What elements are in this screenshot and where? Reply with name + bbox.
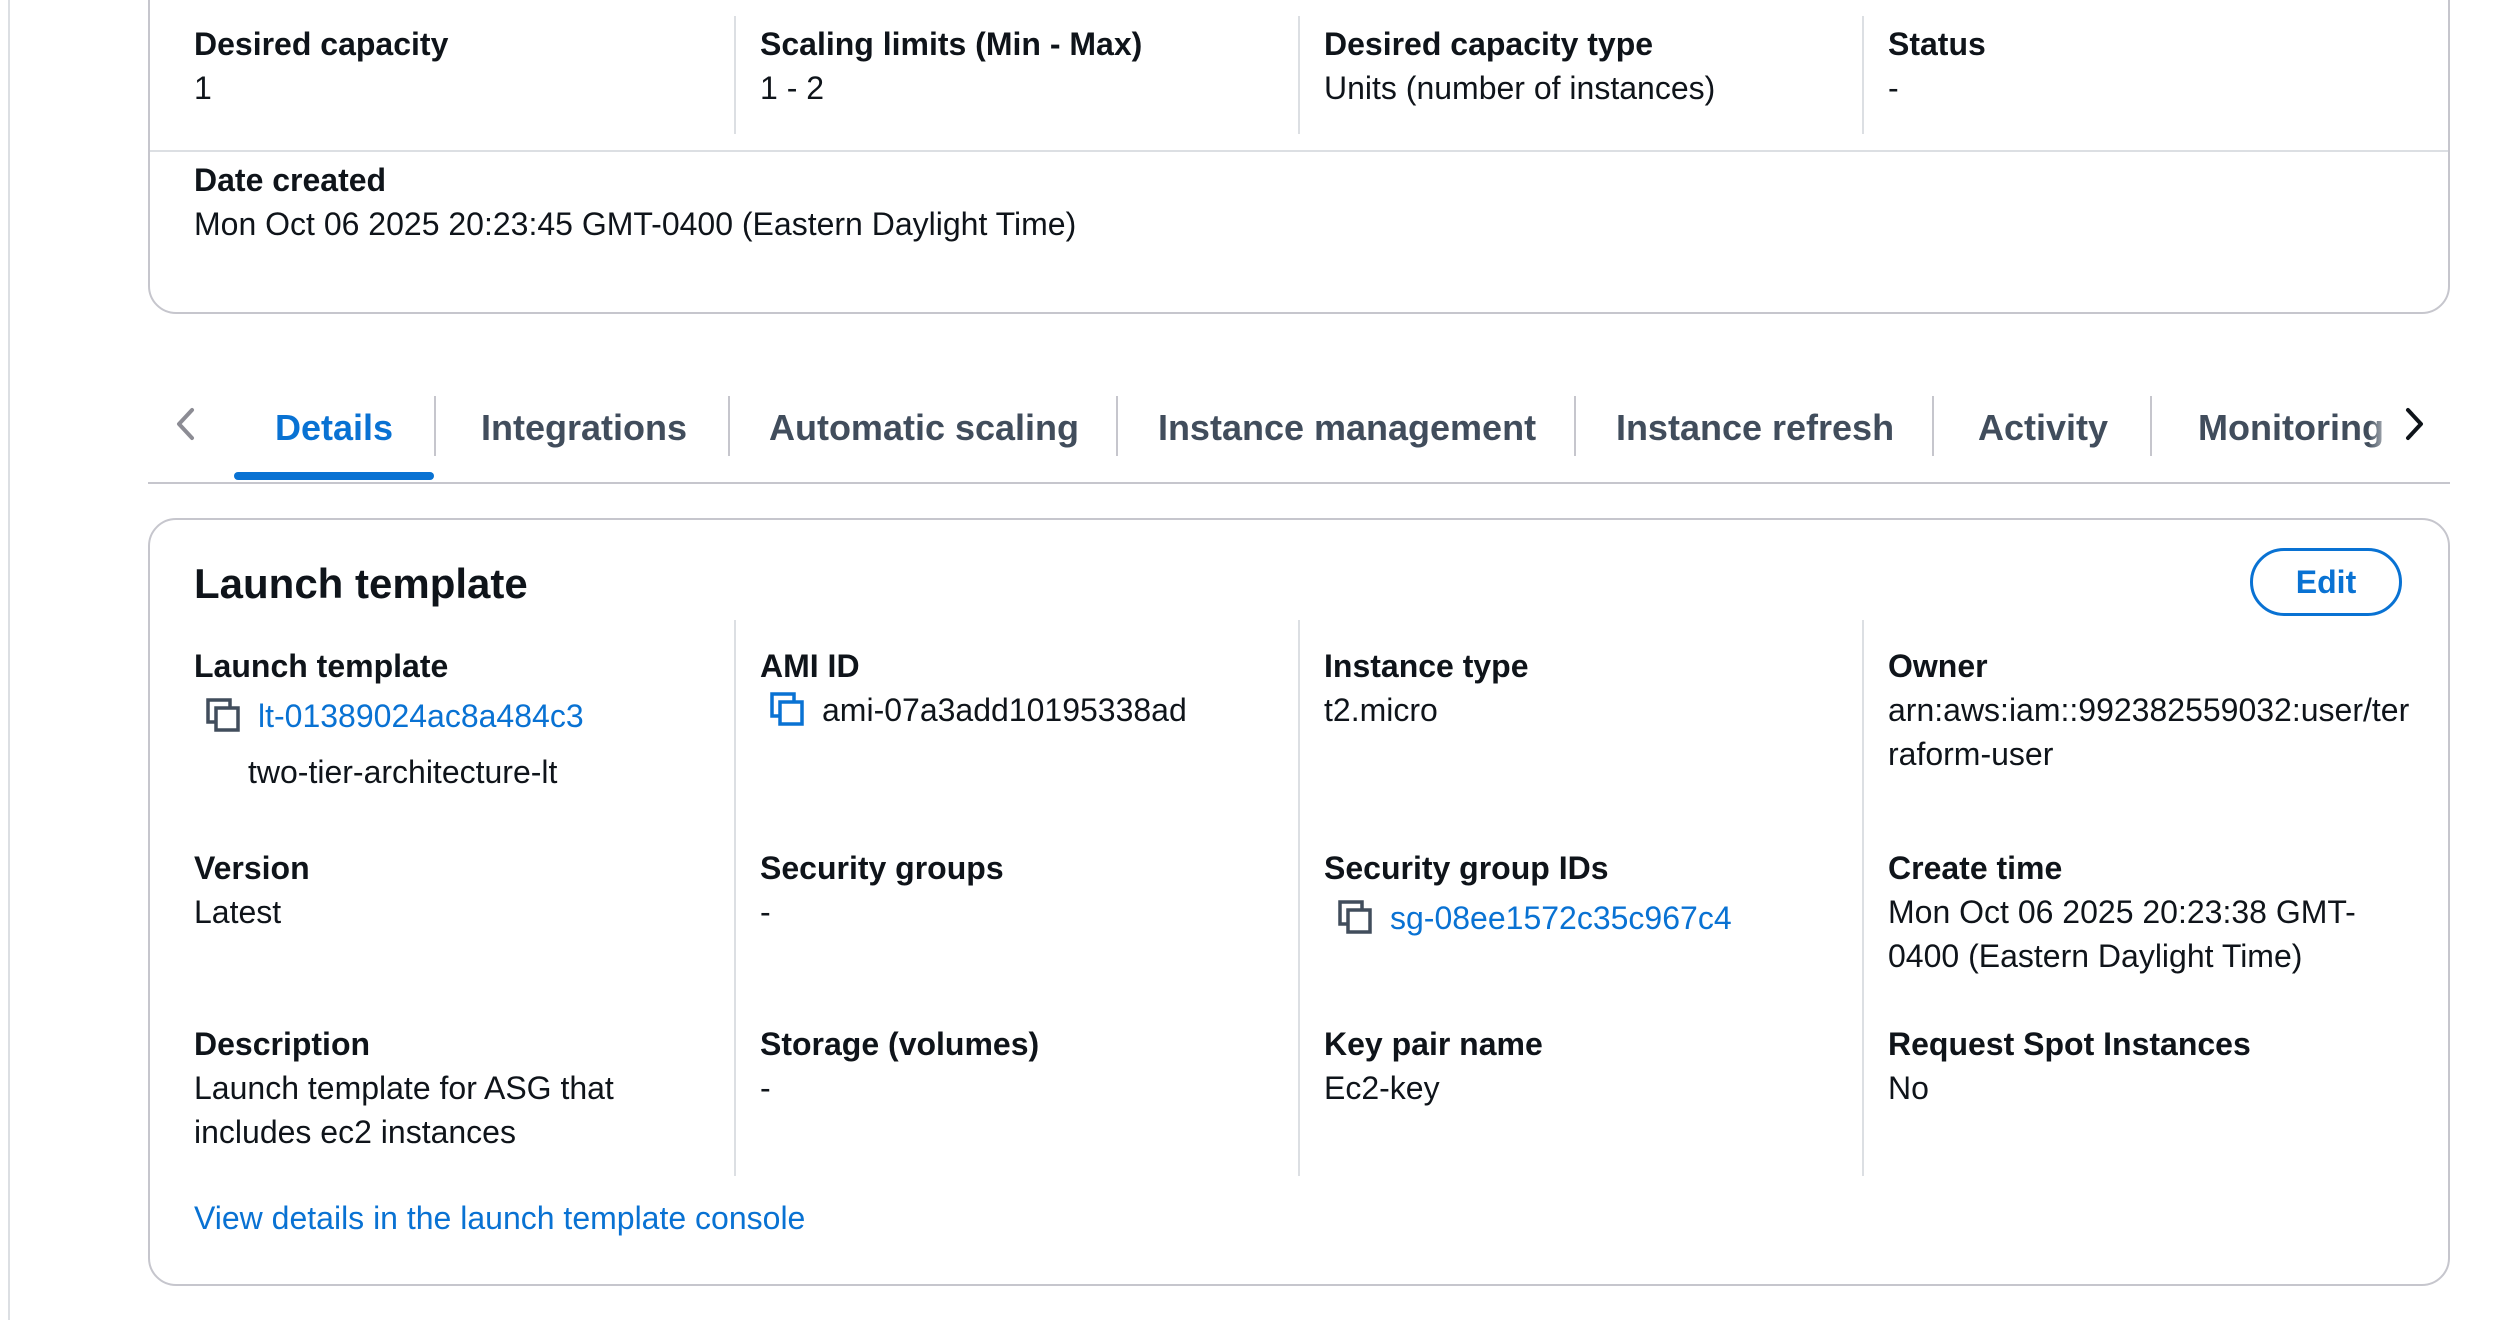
desired-capacity-type-label: Desired capacity type	[1324, 26, 1654, 62]
key-pair-name-field: Key pair name Ec2-key	[1324, 1022, 1543, 1110]
column-divider	[734, 620, 736, 1176]
tab-integrations[interactable]: Integrations	[436, 374, 732, 482]
active-tab-indicator	[234, 472, 434, 480]
key-pair-name-value: Ec2-key	[1324, 1070, 1440, 1106]
copy-icon[interactable]	[204, 696, 244, 736]
desired-capacity-label: Desired capacity	[194, 26, 449, 62]
scaling-limits-label: Scaling limits (Min - Max)	[760, 26, 1143, 62]
tab-instance-management[interactable]: Instance management	[1118, 374, 1576, 482]
version-field: Version Latest	[194, 846, 310, 934]
ami-id-field: AMI ID ami-07a3add10195338ad	[760, 644, 1187, 732]
launch-template-id-link[interactable]: lt-01389024ac8a484c3	[258, 694, 584, 738]
request-spot-value: No	[1888, 1070, 1929, 1106]
launch-template-name: two-tier-architecture-lt	[248, 754, 558, 790]
copy-icon[interactable]	[768, 690, 808, 730]
instance-type-value: t2.micro	[1324, 692, 1438, 728]
security-group-id-link[interactable]: sg-08ee1572c35c967c4	[1390, 896, 1732, 940]
launch-template-field: Launch template lt-01389024ac8a484c3 two…	[194, 644, 584, 794]
page: Desired capacity 1 Scaling limits (Min -…	[0, 0, 2502, 1320]
summary-row: Desired capacity 1 Scaling limits (Min -…	[150, 2, 2448, 152]
security-groups-value: -	[760, 894, 771, 930]
security-group-ids-field: Security group IDs sg-08ee1572c35c967c4	[1324, 846, 1732, 946]
instance-type-field: Instance type t2.micro	[1324, 644, 1529, 732]
tab-automatic-scaling[interactable]: Automatic scaling	[730, 374, 1118, 482]
tab-scroll-right-button[interactable]	[2388, 392, 2440, 456]
column-divider	[1298, 16, 1300, 134]
tab-details[interactable]: Details	[234, 374, 434, 482]
ami-id-value: ami-07a3add10195338ad	[822, 692, 1187, 728]
left-border	[8, 0, 10, 1320]
date-created-value: Mon Oct 06 2025 20:23:45 GMT-0400 (Easte…	[194, 206, 1077, 242]
version-value: Latest	[194, 894, 282, 930]
copy-icon[interactable]	[1336, 898, 1376, 938]
date-created-label: Date created	[194, 162, 387, 198]
description-value-line2: includes ec2 instances	[194, 1114, 516, 1150]
security-group-id-row: sg-08ee1572c35c967c4	[1336, 890, 1732, 946]
owner-label: Owner	[1888, 648, 1988, 684]
launch-template-heading: Launch template	[194, 560, 528, 607]
security-groups-field: Security groups -	[760, 846, 1004, 934]
launch-template-card: Launch template Edit Launch template lt-…	[148, 518, 2450, 1286]
edit-button[interactable]: Edit	[2250, 548, 2402, 616]
ami-id-row: ami-07a3add10195338ad	[768, 688, 1187, 732]
owner-value-line2: raform-user	[1888, 736, 2054, 772]
tab-activity[interactable]: Activity	[1934, 374, 2152, 482]
description-field: Description Launch template for ASG that…	[194, 1022, 614, 1154]
owner-field: Owner arn:aws:iam::992382559032:user/ter…	[1888, 644, 2409, 776]
desired-capacity-field: Desired capacity 1	[194, 22, 448, 110]
storage-field: Storage (volumes) -	[760, 1022, 1039, 1110]
chevron-right-icon	[2406, 408, 2423, 440]
tab-bar: Details Integrations Automatic scaling I…	[148, 374, 2450, 484]
request-spot-label: Request Spot Instances	[1888, 1026, 2251, 1062]
key-pair-name-label: Key pair name	[1324, 1026, 1543, 1062]
tab-scroll-left-button[interactable]	[160, 392, 212, 456]
view-launch-template-console-link[interactable]: View details in the launch template cons…	[194, 1196, 805, 1240]
storage-label: Storage (volumes)	[760, 1026, 1040, 1062]
create-time-value-line1: Mon Oct 06 2025 20:23:38 GMT-	[1888, 894, 2356, 930]
instance-type-label: Instance type	[1324, 648, 1529, 684]
tab-monitoring[interactable]: Monitoring	[2152, 374, 2398, 482]
chevron-left-icon	[177, 408, 194, 440]
version-label: Version	[194, 850, 310, 886]
desired-capacity-type-field: Desired capacity type Units (number of i…	[1324, 22, 1715, 110]
column-divider	[1298, 620, 1300, 1176]
create-time-value-line2: 0400 (Eastern Daylight Time)	[1888, 938, 2303, 974]
description-value-line1: Launch template for ASG that	[194, 1070, 614, 1106]
security-group-ids-label: Security group IDs	[1324, 850, 1609, 886]
status-field: Status -	[1888, 22, 1986, 110]
storage-value: -	[760, 1070, 771, 1106]
description-label: Description	[194, 1026, 371, 1062]
launch-template-id-row: lt-01389024ac8a484c3	[204, 688, 584, 744]
summary-card: Desired capacity 1 Scaling limits (Min -…	[148, 0, 2450, 314]
status-value: -	[1888, 70, 1899, 106]
create-time-label: Create time	[1888, 850, 2063, 886]
request-spot-field: Request Spot Instances No	[1888, 1022, 2251, 1110]
scaling-limits-field: Scaling limits (Min - Max) 1 - 2	[760, 22, 1142, 110]
column-divider	[734, 16, 736, 134]
ami-id-label: AMI ID	[760, 648, 860, 684]
tab-instance-refresh[interactable]: Instance refresh	[1576, 374, 1934, 482]
status-label: Status	[1888, 26, 1986, 62]
column-divider	[1862, 16, 1864, 134]
date-created-field: Date created Mon Oct 06 2025 20:23:45 GM…	[194, 158, 1076, 246]
launch-template-label: Launch template	[194, 648, 449, 684]
column-divider	[1862, 620, 1864, 1176]
desired-capacity-type-value: Units (number of instances)	[1324, 70, 1716, 106]
desired-capacity-value: 1	[194, 70, 212, 106]
security-groups-label: Security groups	[760, 850, 1004, 886]
scaling-limits-value: 1 - 2	[760, 70, 825, 106]
create-time-field: Create time Mon Oct 06 2025 20:23:38 GMT…	[1888, 846, 2356, 978]
owner-value-line1: arn:aws:iam::992382559032:user/ter	[1888, 692, 2410, 728]
